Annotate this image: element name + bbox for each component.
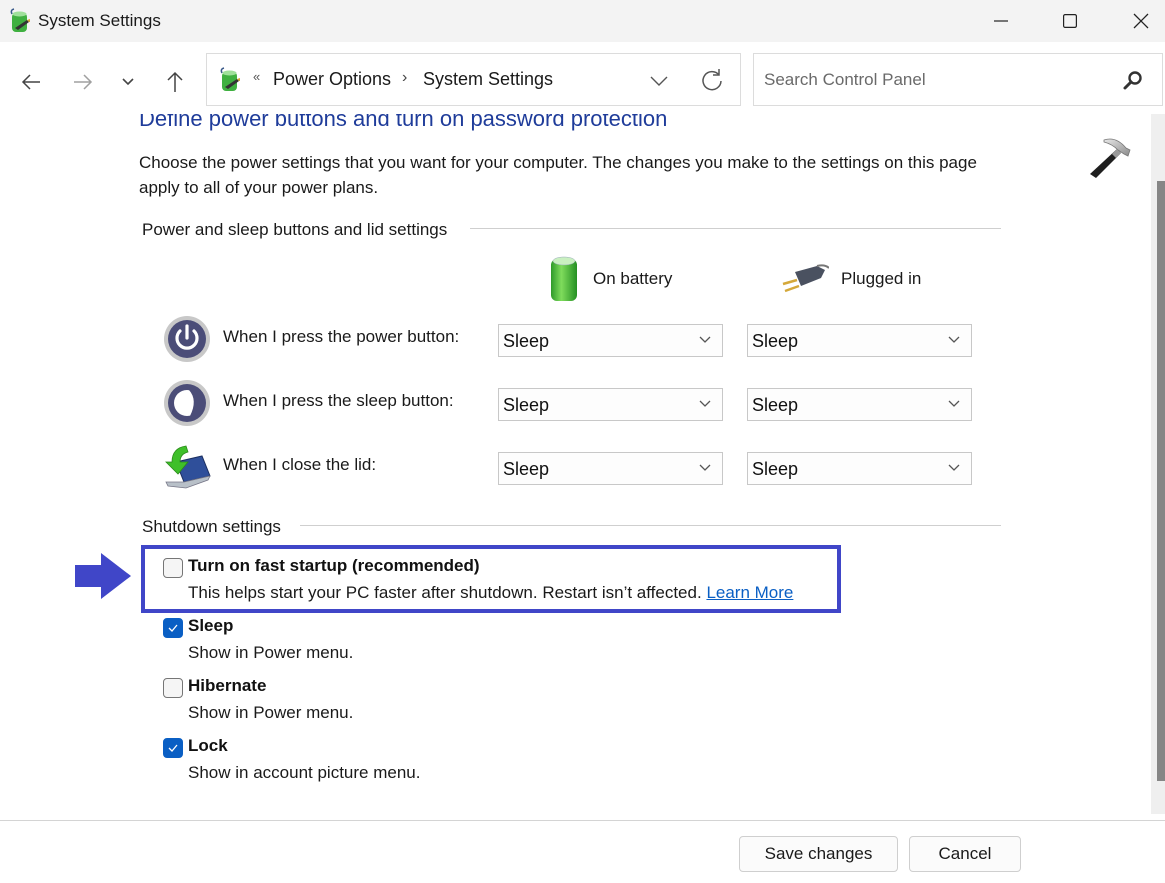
- power-section-heading: Power and sleep buttons and lid settings: [142, 220, 458, 240]
- fast-startup-description: This helps start your PC faster after sh…: [188, 583, 793, 603]
- arrow-left-icon: [21, 74, 40, 90]
- power-button-plugged-in-dropdown[interactable]: Sleep: [747, 324, 972, 357]
- section-divider: [300, 525, 1001, 526]
- hibernate-title: Hibernate: [188, 676, 267, 695]
- learn-more-link[interactable]: Learn More: [706, 583, 793, 602]
- breadcrumb-power-options[interactable]: Power Options: [273, 69, 391, 90]
- arrow-right-icon: [75, 553, 131, 599]
- footer-divider: [0, 820, 1165, 821]
- power-options-icon: [10, 8, 30, 32]
- minimize-icon: [994, 20, 1008, 22]
- sleep-button-on-battery-dropdown[interactable]: Sleep: [498, 388, 723, 421]
- up-button[interactable]: [159, 66, 191, 98]
- chevron-down-icon: [948, 464, 960, 471]
- checkmark-icon: [168, 744, 178, 752]
- power-button-label: When I press the power button:: [223, 327, 460, 346]
- shutdown-section-heading: Shutdown settings: [142, 517, 291, 537]
- hammer-icon: [1090, 138, 1131, 178]
- recent-locations-button[interactable]: [112, 66, 144, 98]
- dropdown-value: Sleep: [752, 395, 799, 415]
- search-icon[interactable]: [1122, 69, 1144, 91]
- chevron-down-icon: [699, 464, 711, 471]
- close-lid-icon: [165, 445, 211, 489]
- dropdown-value: Sleep: [752, 459, 799, 479]
- chevron-down-icon: [699, 336, 711, 343]
- save-changes-button[interactable]: Save changes: [739, 836, 898, 872]
- close-button[interactable]: [1118, 0, 1164, 42]
- title-bar: System Settings: [0, 0, 1165, 42]
- close-icon: [1133, 13, 1149, 29]
- sleep-title: Sleep: [188, 616, 234, 635]
- close-lid-label: When I close the lid:: [223, 455, 377, 474]
- cancel-button[interactable]: Cancel: [909, 836, 1021, 872]
- arrow-right-icon: [74, 74, 93, 90]
- page-description: Choose the power settings that you want …: [139, 153, 977, 197]
- close-lid-on-battery-dropdown[interactable]: Sleep: [498, 452, 723, 485]
- back-button[interactable]: [15, 66, 47, 98]
- dropdown-value: Sleep: [503, 395, 550, 415]
- column-label-plugged-in: Plugged in: [841, 269, 922, 288]
- sleep-description: Show in Power menu.: [188, 643, 354, 662]
- column-on-battery: On battery: [547, 254, 672, 304]
- section-divider: [470, 228, 1001, 229]
- power-button-on-battery-dropdown[interactable]: Sleep: [498, 324, 723, 357]
- sleep-checkbox[interactable]: [163, 618, 183, 638]
- sleep-button-row: When I press the sleep button: Sleep Sle…: [162, 378, 982, 428]
- hibernate-checkbox[interactable]: [163, 678, 183, 698]
- column-plugged-in: Plugged in: [781, 254, 921, 304]
- close-lid-plugged-in-dropdown[interactable]: Sleep: [747, 452, 972, 485]
- minimize-button[interactable]: [978, 0, 1024, 42]
- close-lid-row: When I close the lid: Sleep Sleep: [162, 442, 982, 492]
- dropdown-value: Sleep: [503, 459, 550, 479]
- chevron-down-icon: [122, 78, 134, 86]
- sleep-button-plugged-in-dropdown[interactable]: Sleep: [747, 388, 972, 421]
- power-options-icon: [220, 67, 240, 91]
- battery-icon: [551, 256, 577, 301]
- fast-startup-title: Turn on fast startup (recommended): [188, 556, 480, 575]
- arrow-up-icon: [167, 71, 183, 92]
- power-button-row: When I press the power button: Sleep Sle…: [162, 314, 982, 364]
- column-label-on-battery: On battery: [593, 269, 673, 288]
- chevron-down-icon: [948, 336, 960, 343]
- scrollbar-thumb[interactable]: [1157, 181, 1165, 781]
- forward-button[interactable]: [67, 66, 99, 98]
- chevron-down-icon: [948, 400, 960, 407]
- chevron-down-icon: [699, 400, 711, 407]
- sleep-button-icon: [164, 380, 210, 426]
- breadcrumb-separator[interactable]: ›: [402, 69, 407, 87]
- refresh-icon[interactable]: [699, 67, 725, 93]
- fast-startup-checkbox[interactable]: [163, 558, 183, 578]
- lock-title: Lock: [188, 736, 228, 755]
- address-bar[interactable]: « Power Options › System Settings: [206, 53, 741, 106]
- search-box[interactable]: [753, 53, 1163, 106]
- chevron-down-icon[interactable]: [647, 69, 671, 93]
- page-title: Define power buttons and turn on passwor…: [139, 114, 668, 131]
- sleep-button-label: When I press the sleep button:: [223, 391, 454, 410]
- dropdown-value: Sleep: [503, 331, 550, 351]
- window-title: System Settings: [38, 11, 161, 30]
- fast-startup-desc-text: This helps start your PC faster after sh…: [188, 583, 702, 602]
- main-content: Define power buttons and turn on passwor…: [0, 114, 1145, 818]
- hibernate-description: Show in Power menu.: [188, 703, 354, 722]
- maximize-icon: [1063, 14, 1077, 28]
- search-input[interactable]: [764, 66, 1104, 94]
- lock-description: Show in account picture menu.: [188, 763, 421, 782]
- dropdown-value: Sleep: [752, 331, 799, 351]
- breadcrumb-system-settings[interactable]: System Settings: [423, 69, 553, 90]
- breadcrumb-overflow[interactable]: «: [253, 69, 260, 84]
- maximize-button[interactable]: [1047, 0, 1093, 42]
- power-button-icon: [164, 316, 210, 362]
- checkmark-icon: [168, 624, 178, 632]
- power-plug-icon: [782, 264, 829, 293]
- lock-checkbox[interactable]: [163, 738, 183, 758]
